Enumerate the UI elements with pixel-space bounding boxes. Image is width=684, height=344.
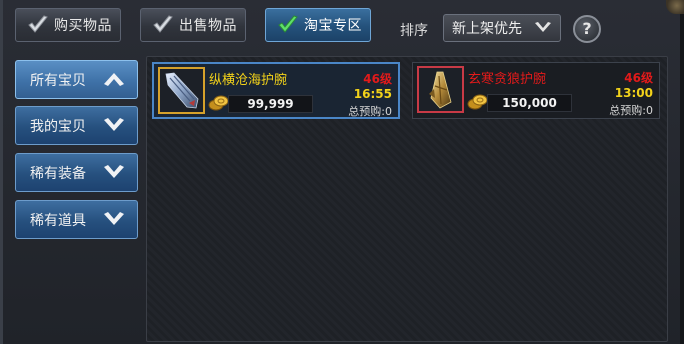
chevron-down-icon — [103, 117, 125, 137]
gold-coin-icon — [467, 93, 489, 115]
tab-label: 出售物品 — [179, 18, 237, 34]
sidebar-item-label: 所有宝贝 — [30, 72, 86, 89]
item-card[interactable]: 玄寒贪狼护腕 46级 13:00 总预购:0 150,000 — [412, 62, 660, 119]
window-edge-right — [680, 0, 684, 344]
tab-label: 淘宝专区 — [304, 18, 362, 34]
tab-label: 购买物品 — [54, 18, 112, 34]
bracer-icon — [165, 72, 199, 109]
chevron-down-icon — [534, 21, 552, 39]
sidebar-item-mine[interactable]: 我的宝贝 — [15, 106, 138, 145]
checkmark-icon — [276, 13, 300, 37]
chevron-down-icon — [103, 211, 125, 231]
sort-label: 排序 — [400, 23, 428, 39]
checkmark-icon — [26, 13, 50, 37]
sidebar-item-rare-equipment[interactable]: 稀有装备 — [15, 153, 138, 192]
sidebar-item-rare-props[interactable]: 稀有道具 — [15, 200, 138, 239]
help-button[interactable]: ? — [573, 15, 601, 43]
item-time: 16:55 — [353, 87, 392, 101]
sort-select[interactable]: 新上架优先 — [443, 14, 561, 42]
sidebar-item-label: 稀有装备 — [30, 165, 86, 182]
window-edge-left — [0, 0, 3, 344]
item-name: 玄寒贪狼护腕 — [468, 72, 547, 87]
item-level: 46级 — [363, 72, 392, 86]
bracer-icon — [429, 71, 452, 109]
sort-selected-value: 新上架优先 — [452, 21, 522, 37]
sidebar-item-label: 我的宝贝 — [30, 118, 86, 135]
tab-taobao[interactable]: 淘宝专区 — [265, 8, 371, 42]
item-icon-frame — [417, 66, 464, 113]
item-price: 150,000 — [487, 94, 572, 112]
item-icon-frame — [158, 67, 205, 114]
checkmark-icon — [151, 13, 175, 37]
gold-coin-icon — [208, 94, 230, 116]
sidebar-item-label: 稀有道具 — [30, 212, 86, 229]
tab-sell[interactable]: 出售物品 — [140, 8, 246, 42]
item-price: 99,999 — [228, 95, 313, 113]
item-card[interactable]: 纵横沧海护腕 46级 16:55 总预购:0 99,999 — [152, 62, 400, 119]
item-level: 46级 — [624, 71, 653, 85]
sidebar-item-all[interactable]: 所有宝贝 — [15, 60, 138, 99]
item-time: 13:00 — [614, 86, 653, 100]
chevron-down-icon — [103, 164, 125, 184]
tab-buy[interactable]: 购买物品 — [15, 8, 121, 42]
chevron-up-icon — [103, 71, 125, 91]
item-presale-count: 总预购:0 — [609, 104, 653, 117]
item-name: 纵横沧海护腕 — [209, 73, 288, 88]
item-presale-count: 总预购:0 — [348, 105, 392, 118]
